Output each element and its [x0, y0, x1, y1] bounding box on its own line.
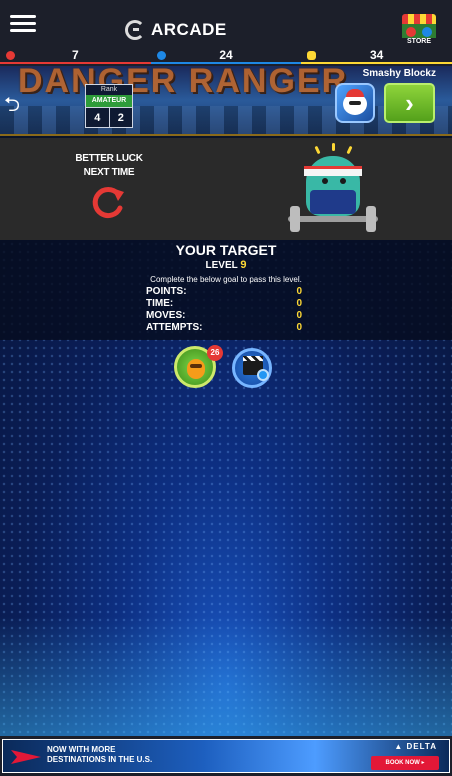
store-label: STORE	[407, 38, 431, 45]
stat-value: 24	[219, 48, 233, 62]
level-label: LEVEL	[205, 260, 238, 271]
airplane-logo-icon	[11, 750, 41, 764]
back-arrow-icon[interactable]: ⮌	[4, 90, 20, 124]
store-button[interactable]: STORE	[402, 14, 436, 46]
chevron-right-icon: ›	[405, 87, 414, 118]
ad-book-now-button[interactable]: BOOK NOW ▸	[371, 756, 439, 770]
rank-value: 4	[86, 108, 110, 127]
character-icon	[187, 359, 205, 379]
top-bar: ARCADE STORE	[0, 0, 452, 48]
result-panel: BETTER LUCK NEXT TIME	[0, 138, 452, 240]
ad-text: NOW WITH MORE DESTINATIONS IN THE U.S.	[47, 745, 153, 764]
level-line: LEVEL 9	[0, 259, 452, 271]
rank-box: Rank AMATEUR 4 2	[85, 84, 133, 128]
ad-banner[interactable]: NOW WITH MORE DESTINATIONS IN THE U.S. ▲…	[0, 736, 452, 776]
brand-title: ARCADE	[151, 20, 227, 39]
hamburger-menu-icon[interactable]	[10, 15, 36, 33]
goal-row-moves: MOVES: 0	[146, 310, 302, 321]
arcade-logo-icon	[125, 20, 145, 40]
next-game-name: Smashy Blockz	[362, 68, 436, 79]
target-panel: YOUR TARGET LEVEL 9 Complete the below g…	[0, 240, 452, 340]
store-icon	[402, 14, 436, 24]
character-count-badge: 26	[207, 345, 223, 361]
level-value: 9	[240, 259, 247, 271]
play-icon	[257, 369, 269, 381]
next-game-button[interactable]: ›	[384, 83, 435, 123]
target-heading: YOUR TARGET	[175, 242, 277, 258]
goal-row-time: TIME: 0	[146, 298, 302, 309]
booster-icons: 26	[174, 345, 284, 390]
stat-gems: 24	[150, 48, 302, 64]
goal-description: Complete the below goal to pass this lev…	[150, 275, 302, 284]
rank-value: 2	[117, 112, 124, 124]
game-title: DANGER RANGER	[18, 66, 349, 100]
currency-stats: 7 24 34	[0, 48, 452, 66]
goal-row-attempts: ATTEMPTS: 0	[146, 322, 302, 333]
rank-tier: AMATEUR	[86, 95, 132, 107]
result-message: BETTER LUCK NEXT TIME	[75, 153, 143, 178]
character-booster-button[interactable]: 26	[174, 345, 223, 388]
barbell-icon	[288, 216, 378, 222]
rank-label: Rank	[100, 86, 118, 93]
game-banner: DANGER RANGER ⮌ Rank AMATEUR 4 2 Smashy …	[0, 66, 452, 136]
next-game-thumbnail[interactable]	[335, 83, 375, 123]
stat-tickets: 7	[0, 48, 151, 64]
replay-icon[interactable]	[88, 184, 126, 220]
red-ticket-icon	[6, 51, 15, 60]
pirate-face-icon	[343, 89, 367, 115]
blue-gem-icon	[156, 51, 166, 60]
stat-coins: 34	[301, 48, 452, 64]
watch-video-button[interactable]	[232, 348, 272, 388]
stat-value: 34	[370, 48, 384, 62]
mascot-character	[288, 143, 378, 238]
main-area: YOUR TARGET LEVEL 9 Complete the below g…	[0, 240, 452, 736]
stat-value: 7	[71, 48, 79, 62]
gold-coin-icon	[307, 51, 317, 60]
goal-row-points: POINTS: 0	[146, 286, 302, 297]
ad-brand: ▲ DELTA	[394, 742, 437, 751]
arcade-logo[interactable]: ARCADE	[125, 20, 227, 40]
